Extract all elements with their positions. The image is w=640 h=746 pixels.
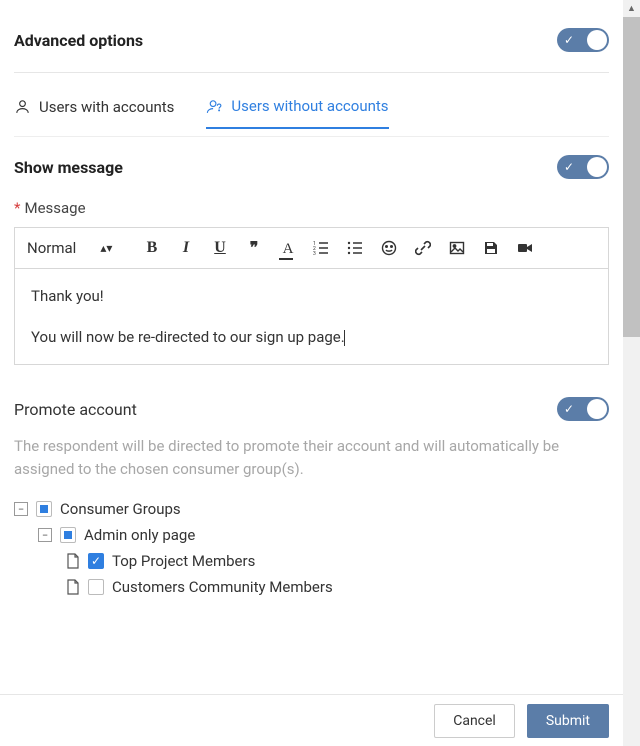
- checkbox-unchecked[interactable]: [88, 579, 104, 595]
- emoji-button[interactable]: [381, 240, 399, 256]
- ordered-list-button[interactable]: 123: [313, 240, 331, 256]
- tree-label: Top Project Members: [112, 552, 255, 570]
- collapse-icon[interactable]: −: [38, 528, 52, 542]
- tabs: Users with accounts Users without accoun…: [14, 73, 609, 137]
- svg-text:3: 3: [313, 251, 316, 256]
- tree-label: Admin only page: [84, 526, 195, 544]
- select-caret-icon: ▴▾: [100, 241, 112, 255]
- quote-button[interactable]: ❞: [245, 238, 263, 258]
- tree-leaf-top-project[interactable]: Top Project Members: [14, 548, 609, 574]
- message-label: Message: [24, 199, 85, 217]
- text-color-button[interactable]: A: [279, 239, 297, 258]
- page-icon: [66, 579, 80, 595]
- image-button[interactable]: [449, 240, 467, 256]
- save-button[interactable]: [483, 240, 501, 256]
- vertical-scrollbar[interactable]: ▲: [623, 0, 640, 746]
- text-cursor: [344, 330, 345, 346]
- editor-line: You will now be re-directed to our sign …: [31, 328, 345, 346]
- editor-line: Thank you!: [31, 285, 592, 308]
- link-button[interactable]: [415, 240, 433, 256]
- tree-node-root[interactable]: − Consumer Groups: [14, 496, 609, 522]
- section-title-promote: Promote account: [14, 400, 137, 419]
- tree-label: Consumer Groups: [60, 500, 181, 518]
- submit-button[interactable]: Submit: [527, 704, 609, 738]
- tree-leaf-customers-community[interactable]: Customers Community Members: [14, 574, 609, 600]
- scrollbar-thumb[interactable]: [623, 17, 640, 337]
- advanced-options-toggle[interactable]: ✓: [557, 28, 609, 52]
- checkbox-checked[interactable]: [88, 553, 104, 569]
- video-button[interactable]: [517, 240, 535, 256]
- bold-button[interactable]: B: [143, 239, 161, 257]
- underline-button[interactable]: U: [211, 239, 229, 257]
- message-label-row: * Message: [14, 187, 609, 227]
- editor-toolbar: Normal ▴▾ B I U ❞ A 123: [15, 228, 608, 269]
- footer: Cancel Submit: [0, 694, 623, 746]
- user-icon: [14, 98, 31, 115]
- toggle-knob: [587, 399, 607, 419]
- italic-button[interactable]: I: [177, 239, 195, 257]
- section-title-advanced: Advanced options: [14, 31, 143, 50]
- cancel-button[interactable]: Cancel: [434, 704, 515, 738]
- check-icon: ✓: [564, 403, 574, 415]
- toggle-knob: [587, 157, 607, 177]
- editor-body[interactable]: Thank you! You will now be re-directed t…: [15, 269, 608, 364]
- tab-label: Users with accounts: [39, 98, 174, 116]
- show-message-toggle[interactable]: ✓: [557, 155, 609, 179]
- format-select[interactable]: Normal ▴▾: [27, 239, 127, 257]
- scroll-up-arrow[interactable]: ▲: [623, 0, 640, 17]
- page-icon: [66, 553, 80, 569]
- check-icon: ✓: [564, 161, 574, 173]
- consumer-groups-tree: − Consumer Groups − Admin only page Top …: [14, 496, 609, 600]
- user-question-icon: [206, 98, 223, 115]
- tab-users-without-accounts[interactable]: Users without accounts: [206, 97, 388, 129]
- section-title-show-message: Show message: [14, 158, 123, 177]
- promote-description: The respondent will be directed to promo…: [14, 435, 609, 496]
- tab-users-with-accounts[interactable]: Users with accounts: [14, 97, 174, 128]
- format-value: Normal: [27, 239, 76, 257]
- rich-text-editor: Normal ▴▾ B I U ❞ A 123: [14, 227, 609, 365]
- checkbox-partial[interactable]: [60, 527, 76, 543]
- toggle-knob: [587, 30, 607, 50]
- tab-label: Users without accounts: [231, 97, 388, 115]
- unordered-list-button[interactable]: [347, 240, 365, 256]
- check-icon: ✓: [564, 34, 574, 46]
- checkbox-partial[interactable]: [36, 501, 52, 517]
- promote-account-toggle[interactable]: ✓: [557, 397, 609, 421]
- required-mark: *: [14, 199, 20, 217]
- tree-node-admin-only[interactable]: − Admin only page: [14, 522, 609, 548]
- tree-label: Customers Community Members: [112, 578, 333, 596]
- collapse-icon[interactable]: −: [14, 502, 28, 516]
